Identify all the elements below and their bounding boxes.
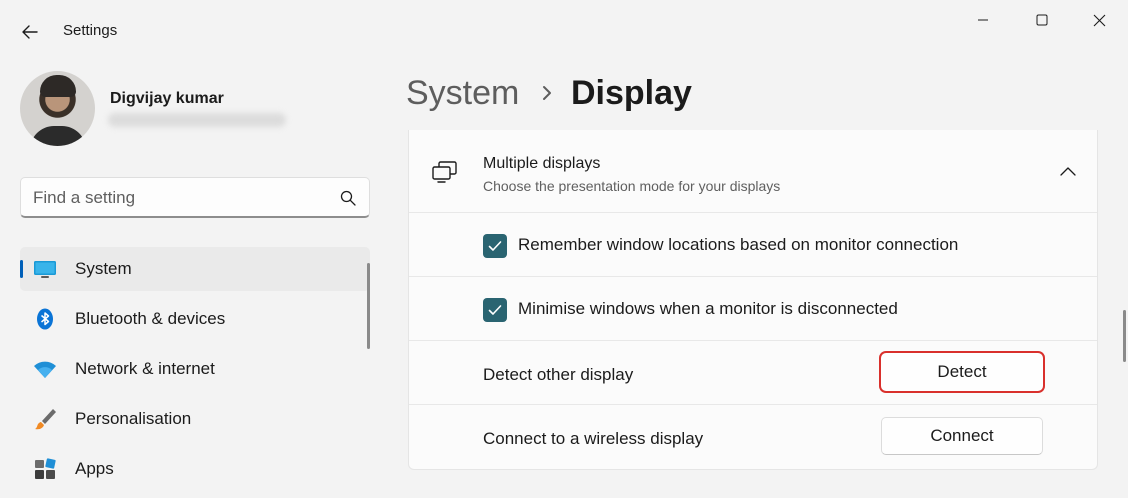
checkmark-icon bbox=[488, 305, 502, 315]
sidebar-item-label: System bbox=[75, 259, 132, 278]
remember-locations-checkbox[interactable] bbox=[483, 234, 507, 258]
close-icon bbox=[1093, 14, 1105, 26]
sidebar-item-label: Personalisation bbox=[75, 409, 192, 428]
user-name: Digvijay kumar bbox=[110, 90, 224, 107]
user-email-blurred bbox=[108, 113, 286, 127]
avatar-hat bbox=[40, 75, 76, 97]
sidebar-item-system[interactable]: System bbox=[20, 247, 370, 291]
multiple-displays-card: Multiple displays Choose the presentatio… bbox=[408, 130, 1098, 470]
main-scrollbar[interactable] bbox=[1123, 310, 1126, 362]
sidebar-item-network[interactable]: Network & internet bbox=[20, 347, 370, 391]
active-indicator bbox=[20, 260, 23, 278]
sidebar-item-bluetooth[interactable]: Bluetooth & devices bbox=[20, 297, 370, 341]
search-box[interactable] bbox=[20, 177, 370, 218]
collapse-button[interactable] bbox=[1055, 159, 1081, 185]
wireless-display-label: Connect to a wireless display bbox=[483, 429, 704, 448]
avatar[interactable] bbox=[20, 71, 95, 146]
back-arrow-icon bbox=[22, 25, 38, 39]
breadcrumb-parent[interactable]: System bbox=[406, 74, 519, 113]
minimize-button[interactable] bbox=[960, 4, 1006, 36]
wireless-display-row: Connect to a wireless display Connect bbox=[409, 405, 1097, 469]
section-subtitle: Choose the presentation mode for your di… bbox=[483, 178, 781, 194]
sidebar-item-apps[interactable]: Apps bbox=[20, 447, 370, 491]
multiple-displays-header[interactable]: Multiple displays Choose the presentatio… bbox=[409, 130, 1097, 213]
chevron-up-icon bbox=[1060, 167, 1076, 176]
checkmark-icon bbox=[488, 241, 502, 251]
bluetooth-icon bbox=[37, 308, 53, 330]
sidebar-item-personalisation[interactable]: Personalisation bbox=[20, 397, 370, 441]
sidebar-scrollbar[interactable] bbox=[367, 263, 370, 349]
sidebar-item-label: Network & internet bbox=[75, 359, 215, 378]
multiple-displays-icon bbox=[432, 161, 457, 183]
minimize-icon bbox=[978, 19, 988, 21]
avatar-shirt bbox=[30, 126, 86, 146]
detect-display-label: Detect other display bbox=[483, 365, 634, 384]
wifi-icon bbox=[34, 361, 56, 378]
option-row-minimise-windows[interactable]: Minimise windows when a monitor is disco… bbox=[409, 277, 1097, 341]
option-row-remember-locations[interactable]: Remember window locations based on monit… bbox=[409, 213, 1097, 277]
chevron-right-icon bbox=[543, 86, 551, 100]
connect-button[interactable]: Connect bbox=[881, 417, 1043, 455]
sidebar-item-label: Apps bbox=[75, 459, 114, 478]
section-title: Multiple displays bbox=[483, 155, 601, 172]
maximize-button[interactable] bbox=[1019, 4, 1065, 36]
app-title: Settings bbox=[63, 22, 118, 39]
monitor-icon bbox=[34, 261, 56, 278]
apps-icon bbox=[35, 458, 56, 479]
search-input[interactable] bbox=[33, 187, 323, 209]
minimise-windows-label: Minimise windows when a monitor is disco… bbox=[518, 299, 898, 318]
remember-locations-label: Remember window locations based on monit… bbox=[518, 235, 959, 254]
sidebar-item-label: Bluetooth & devices bbox=[75, 309, 226, 328]
paintbrush-icon bbox=[35, 409, 56, 430]
maximize-icon bbox=[1036, 14, 1048, 26]
back-button[interactable] bbox=[16, 18, 44, 46]
close-button[interactable] bbox=[1076, 4, 1122, 36]
search-icon[interactable] bbox=[339, 189, 357, 207]
detect-display-row: Detect other display Detect bbox=[409, 341, 1097, 405]
detect-button[interactable]: Detect bbox=[881, 353, 1043, 391]
page-title: Display bbox=[571, 74, 692, 112]
minimise-windows-checkbox[interactable] bbox=[483, 298, 507, 322]
